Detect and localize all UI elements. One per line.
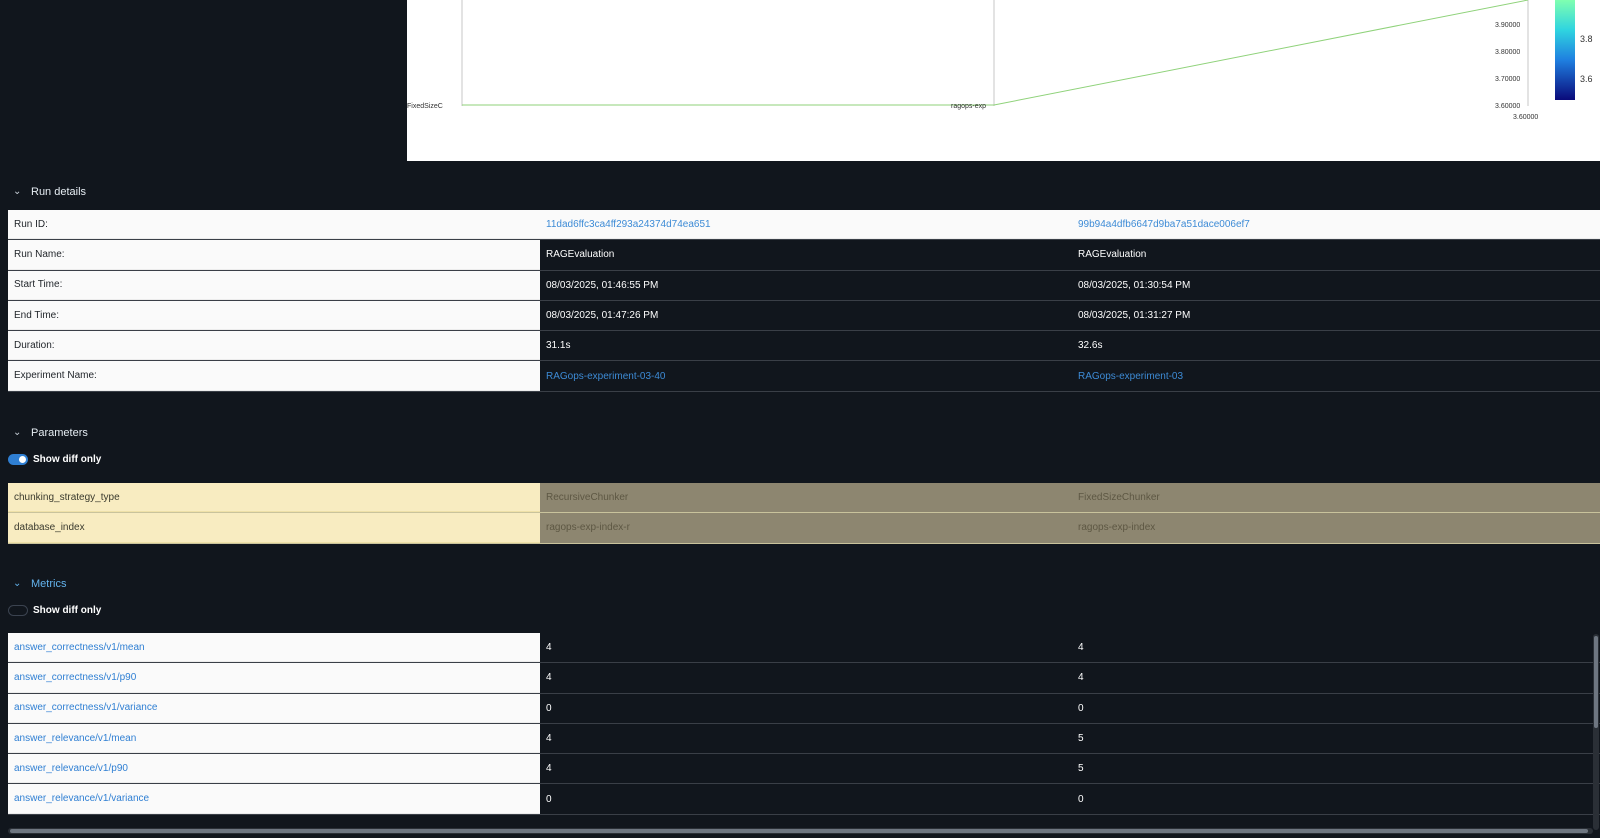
toggle-knob	[11, 607, 18, 615]
axis-label-middle: ragops-exp	[951, 103, 986, 110]
metric-value: 4	[546, 763, 552, 775]
table-row: answer_correctness/v1/variance 0 0	[8, 693, 1600, 724]
table-row: Start Time: 08/03/2025, 01:46:55 PM 08/0…	[8, 270, 1600, 301]
metric-value: 0	[546, 793, 552, 805]
metric-value: 4	[1078, 642, 1084, 654]
metric-value: 4	[546, 642, 552, 654]
parameters-header[interactable]: ⌄ Parameters	[13, 424, 88, 442]
row-value: 08/03/2025, 01:47:26 PM	[546, 310, 659, 322]
vertical-scrollbar[interactable]	[1593, 634, 1599, 830]
colorbar-tick: 3.6	[1580, 74, 1593, 84]
chevron-down-icon: ⌄	[13, 578, 22, 589]
table-row: answer_relevance/v1/mean 4 5	[8, 723, 1600, 755]
row-value: RAGEvaluation	[546, 249, 615, 261]
show-diff-toggle[interactable]	[8, 604, 28, 616]
parameters-diff-toggle-row: Show diff only	[8, 452, 101, 466]
table-row: database_index ragops-exp-index-r ragops…	[8, 513, 1600, 544]
param-value: ragops-exp-index	[1072, 513, 1600, 543]
row-value: 08/03/2025, 01:46:55 PM	[546, 279, 659, 291]
metrics-table: answer_correctness/v1/mean 4 4 answer_co…	[8, 633, 1600, 815]
row-label: Run Name:	[8, 240, 540, 270]
metric-link[interactable]: answer_relevance/v1/p90	[8, 754, 540, 784]
table-row: answer_relevance/v1/p90 4 5	[8, 754, 1600, 785]
row-label: Run ID:	[8, 210, 540, 240]
show-diff-label: Show diff only	[33, 453, 102, 465]
param-value: ragops-exp-index-r	[540, 513, 1072, 543]
table-row: answer_correctness/v1/p90 4 4	[8, 663, 1600, 694]
row-label: Start Time:	[8, 270, 540, 300]
axis-label-left: FixedSizeC	[407, 103, 443, 110]
horizontal-scrollbar[interactable]	[8, 828, 1593, 834]
table-row: Run ID: 11dad6ffc3ca4ff293a24374d74ea651…	[8, 210, 1600, 241]
param-name: database_index	[8, 513, 540, 543]
metric-value: 0	[1078, 702, 1084, 714]
row-value: 08/03/2025, 01:30:54 PM	[1078, 279, 1191, 291]
metric-link[interactable]: answer_correctness/v1/p90	[8, 663, 540, 693]
metric-value: 4	[546, 733, 552, 745]
series-line-segment	[993, 0, 1529, 106]
parameters-table: chunking_strategy_type RecursiveChunker …	[8, 483, 1600, 544]
metric-link[interactable]: answer_relevance/v1/variance	[8, 784, 540, 814]
right-tick: 3.60000	[1495, 103, 1520, 110]
parameters-title: Parameters	[31, 427, 88, 439]
colorbar-tick: 3.8	[1580, 34, 1593, 44]
bottom-tick: 3.60000	[1513, 114, 1538, 121]
row-value: 32.6s	[1078, 340, 1103, 352]
metric-value: 4	[1078, 672, 1084, 684]
table-row: answer_relevance/v1/variance 0 0	[8, 784, 1600, 815]
table-row: Run Name: RAGEvaluation RAGEvaluation	[8, 240, 1600, 271]
row-label: Experiment Name:	[8, 361, 540, 391]
metric-value: 5	[1078, 733, 1084, 745]
metrics-title: Metrics	[31, 578, 67, 590]
table-row: Experiment Name: RAGops-experiment-03-40…	[8, 361, 1600, 392]
show-diff-toggle[interactable]	[8, 453, 28, 465]
param-value: RecursiveChunker	[540, 483, 1072, 513]
row-label: End Time:	[8, 300, 540, 331]
scrollbar-thumb[interactable]	[1594, 636, 1598, 728]
metric-value: 0	[1078, 793, 1084, 805]
metrics-header[interactable]: ⌄ Metrics	[13, 575, 66, 593]
param-value: FixedSizeChunker	[1072, 483, 1600, 513]
toggle-knob	[19, 455, 26, 463]
chevron-down-icon: ⌄	[13, 427, 22, 438]
parallel-coordinates-chart: FixedSizeC ragops-exp 3.90000 3.80000 3.…	[407, 0, 1600, 161]
table-row: answer_correctness/v1/mean 4 4	[8, 633, 1600, 664]
run-details-table: Run ID: 11dad6ffc3ca4ff293a24374d74ea651…	[8, 210, 1600, 392]
colorbar	[1555, 0, 1575, 100]
metric-value: 0	[546, 702, 552, 714]
row-value: 08/03/2025, 01:31:27 PM	[1078, 310, 1191, 322]
show-diff-label: Show diff only	[33, 604, 102, 616]
run-details-title: Run details	[31, 186, 87, 198]
metric-value: 4	[546, 672, 552, 684]
run-id-link[interactable]: 99b94a4dfb6647d9ba7a51dace006ef7	[1072, 210, 1600, 240]
right-tick: 3.90000	[1495, 22, 1520, 29]
table-row: Duration: 31.1s 32.6s	[8, 331, 1600, 362]
right-tick: 3.80000	[1495, 49, 1520, 56]
right-axis-ticks: 3.90000 3.80000 3.70000 3.60000 3.60000	[1495, 22, 1538, 121]
table-row: chunking_strategy_type RecursiveChunker …	[8, 483, 1600, 514]
row-value: 31.1s	[546, 340, 571, 352]
metric-link[interactable]: answer_relevance/v1/mean	[8, 723, 540, 754]
metric-value: 5	[1078, 763, 1084, 775]
run-id-link[interactable]: 11dad6ffc3ca4ff293a24374d74ea651	[540, 210, 1072, 240]
chevron-down-icon: ⌄	[13, 186, 22, 197]
row-label: Duration:	[8, 331, 540, 361]
experiment-link[interactable]: RAGops-experiment-03-40	[540, 361, 1072, 390]
table-row: End Time: 08/03/2025, 01:47:26 PM 08/03/…	[8, 300, 1600, 332]
run-details-header[interactable]: ⌄ Run details	[13, 183, 86, 201]
right-tick: 3.70000	[1495, 76, 1520, 83]
metrics-diff-toggle-row: Show diff only	[8, 603, 101, 617]
experiment-link[interactable]: RAGops-experiment-03	[1072, 361, 1600, 390]
metric-link[interactable]: answer_correctness/v1/mean	[8, 633, 540, 663]
scrollbar-thumb[interactable]	[10, 829, 1588, 833]
param-name: chunking_strategy_type	[8, 483, 540, 513]
metric-link[interactable]: answer_correctness/v1/variance	[8, 693, 540, 723]
row-value: RAGEvaluation	[1078, 249, 1147, 261]
chart-svg: FixedSizeC ragops-exp 3.90000 3.80000 3.…	[407, 0, 1593, 121]
